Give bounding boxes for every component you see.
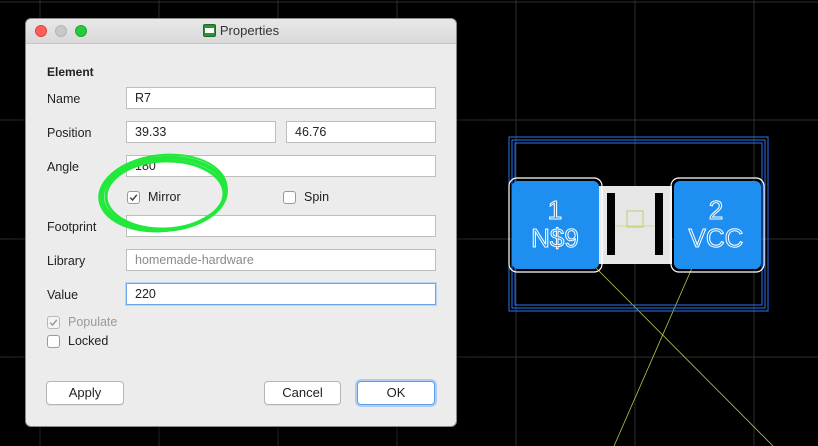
properties-dialog: Properties Element Name R7 Position 39.3…: [26, 19, 456, 426]
mirror-checkbox[interactable]: [127, 191, 140, 204]
board-app-icon: [202, 24, 216, 37]
silkscreen-bar-left: [607, 193, 615, 255]
locked-label: Locked: [68, 334, 109, 348]
minimize-button[interactable]: [55, 25, 67, 37]
library-label: Library: [47, 254, 86, 268]
angle-label: Angle: [47, 160, 79, 174]
section-title: Element: [47, 65, 94, 79]
window-title-text: Properties: [219, 23, 280, 38]
footprint-field[interactable]: [126, 215, 436, 237]
window-title: Properties: [26, 19, 456, 43]
pad-2-net: VCC: [689, 223, 744, 253]
footprint-label: Footprint: [47, 220, 97, 234]
pad-1-number: 1: [548, 195, 562, 225]
checkmark-icon: [49, 319, 58, 327]
checkmark-icon: [129, 194, 138, 202]
library-field: homemade-hardware: [126, 249, 436, 271]
pad-1[interactable]: 1 N$9: [508, 177, 603, 273]
angle-field[interactable]: 180: [126, 155, 436, 177]
pad-2-number: 2: [709, 195, 723, 225]
mirror-label: Mirror: [148, 190, 181, 204]
name-label: Name: [47, 92, 81, 106]
close-button[interactable]: [35, 25, 47, 37]
populate-checkbox: [47, 316, 60, 329]
title-bar[interactable]: Properties: [26, 19, 456, 44]
pad-1-net: N$9: [531, 223, 579, 253]
apply-button[interactable]: Apply: [46, 381, 124, 405]
value-field[interactable]: 220: [126, 283, 436, 305]
name-field[interactable]: R7: [126, 87, 436, 109]
zoom-button[interactable]: [75, 25, 87, 37]
spin-checkbox[interactable]: [283, 191, 296, 204]
position-label: Position: [47, 126, 92, 140]
locked-checkbox[interactable]: [47, 335, 60, 348]
position-x-field[interactable]: 39.33: [126, 121, 276, 143]
ok-button[interactable]: OK: [357, 381, 435, 405]
position-y-field[interactable]: 46.76: [286, 121, 436, 143]
populate-label: Populate: [68, 315, 118, 329]
spin-label: Spin: [304, 190, 330, 204]
cancel-button[interactable]: Cancel: [264, 381, 341, 405]
value-label: Value: [47, 288, 79, 302]
silkscreen-bar-right: [655, 193, 663, 255]
pad-2[interactable]: 2 VCC: [670, 177, 765, 273]
